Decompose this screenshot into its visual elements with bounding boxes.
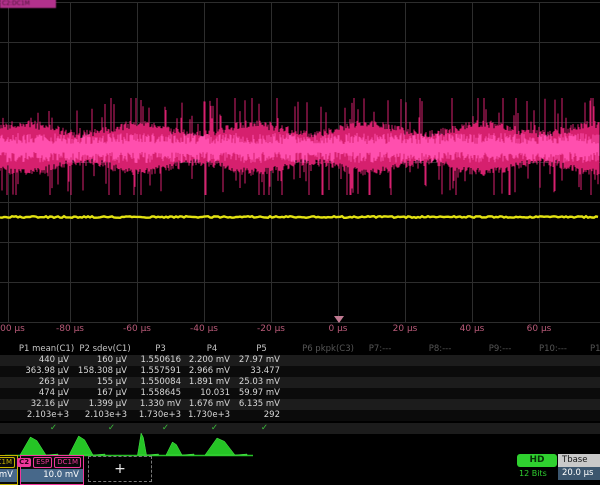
param-value: 1.730e+3 xyxy=(134,410,187,421)
measurement-table: P1 mean(C1)P2 sdev(C1)P3 mean(C2)P4 sdev… xyxy=(0,344,600,434)
param-value: 27.97 mV xyxy=(237,355,286,366)
param-header-unused[interactable]: P6 pkpk(C3) xyxy=(302,344,354,355)
param-header-unused[interactable]: P7:--- xyxy=(369,344,392,355)
c1-trace xyxy=(0,216,598,218)
c1-badge-row: C1 DC1M xyxy=(0,456,17,469)
histicon-peak[interactable] xyxy=(138,433,159,455)
timebase-box[interactable]: Tbase 20.0 µs xyxy=(558,454,600,480)
time-axis-label: 20 µs xyxy=(393,324,418,334)
c2-coupling-badge: DC1M xyxy=(54,457,81,468)
table-row: 363.98 µV158.308 µV1.557591 V2.966 mV33.… xyxy=(0,366,600,377)
param-value: 1.399 µV xyxy=(77,399,133,410)
time-axis-label: 60 µs xyxy=(527,324,552,334)
param-value: 1.891 mV xyxy=(188,377,236,388)
table-row: 474 µV167 µV1.558645 V10.031 mV59.97 mV xyxy=(0,388,600,399)
histicon-peak[interactable] xyxy=(205,438,247,455)
param-value: 440 µV xyxy=(18,355,75,366)
time-axis-label: -40 µs xyxy=(190,324,218,334)
table-row: 2.103e+32.103e+31.730e+31.730e+3292 xyxy=(0,410,600,421)
histicon-peak[interactable] xyxy=(20,437,58,455)
c1-scale-value: 10.0 mV xyxy=(0,469,17,482)
trace-annotation: C2:DC1M xyxy=(0,0,56,8)
table-row: 263 µV155 µV1.550084 V1.891 mV25.03 mV xyxy=(0,377,600,388)
time-axis-label: -60 µs xyxy=(123,324,151,334)
histicon-peak[interactable] xyxy=(166,442,194,455)
time-axis-label: -80 µs xyxy=(56,324,84,334)
param-header[interactable]: P1 mean(C1) xyxy=(18,344,75,355)
channel-c2-descriptor[interactable]: C2 ESP DC1M 10.0 mV xyxy=(20,455,84,485)
param-value: 160 µV xyxy=(77,355,133,366)
channel-c1-descriptor[interactable]: C1 DC1M 10.0 mV xyxy=(0,455,18,485)
param-value: 32.16 µV xyxy=(18,399,75,410)
param-value: 155 µV xyxy=(77,377,133,388)
param-header-unused[interactable]: P11 xyxy=(590,344,600,355)
param-value: 6.135 mV xyxy=(237,399,286,410)
waveform-graticule xyxy=(0,0,600,324)
param-value: 1.676 mV xyxy=(188,399,236,410)
measurement-histicons[interactable] xyxy=(0,432,600,458)
table-header-row: P1 mean(C1)P2 sdev(C1)P3 mean(C2)P4 sdev… xyxy=(0,344,600,355)
table-row: 32.16 µV1.399 µV1.330 mV1.676 mV6.135 mV xyxy=(0,399,600,410)
param-header-unused[interactable]: P8:--- xyxy=(429,344,452,355)
time-axis-label: 40 µs xyxy=(460,324,485,334)
timebase-scale: 20.0 µs xyxy=(558,467,600,480)
histicon-peak[interactable] xyxy=(69,436,105,455)
add-channel-button[interactable]: + xyxy=(88,456,152,482)
param-value: 25.03 mV xyxy=(237,377,286,388)
c2-badge-row: C2 ESP DC1M xyxy=(21,456,83,469)
param-value: 2.200 mV xyxy=(188,355,236,366)
param-value: 2.966 mV xyxy=(188,366,236,377)
hd-mode-badge[interactable]: HD xyxy=(517,454,557,467)
param-header-unused[interactable]: P10:--- xyxy=(539,344,567,355)
c2-label: C2 xyxy=(17,458,31,467)
time-axis-label: -20 µs xyxy=(257,324,285,334)
param-value: 59.97 mV xyxy=(237,388,286,399)
param-header-unused[interactable]: P9:--- xyxy=(489,344,512,355)
time-axis: -100 µs -80 µs -60 µs -40 µs -20 µs 0 µs 20 µs… xyxy=(0,322,600,337)
time-axis-label: -100 µs xyxy=(0,324,25,334)
param-value: 1.730e+3 xyxy=(188,410,236,421)
param-value: 292 xyxy=(237,410,286,421)
param-value: 158.308 µV xyxy=(77,366,133,377)
c2-esp-badge: ESP xyxy=(33,457,52,468)
table-row: 440 µV160 µV1.550616 V2.200 mV27.97 mV xyxy=(0,355,600,366)
param-value: 474 µV xyxy=(18,388,75,399)
time-axis-label: 0 µs xyxy=(328,324,347,334)
timebase-title: Tbase xyxy=(558,454,600,467)
param-value: 263 µV xyxy=(18,377,75,388)
param-value: 2.103e+3 xyxy=(18,410,75,421)
param-header[interactable]: P2 sdev(C1) xyxy=(77,344,133,355)
c2-scale-value: 10.0 mV xyxy=(21,469,83,482)
param-value: 1.330 mV xyxy=(134,399,187,410)
param-value: 167 µV xyxy=(77,388,133,399)
bits-label: 12 Bits xyxy=(519,469,547,478)
param-value: 363.98 µV xyxy=(18,366,75,377)
plus-icon: + xyxy=(114,461,126,477)
param-value: 2.103e+3 xyxy=(77,410,133,421)
c1-coupling-badge: DC1M xyxy=(0,457,15,468)
